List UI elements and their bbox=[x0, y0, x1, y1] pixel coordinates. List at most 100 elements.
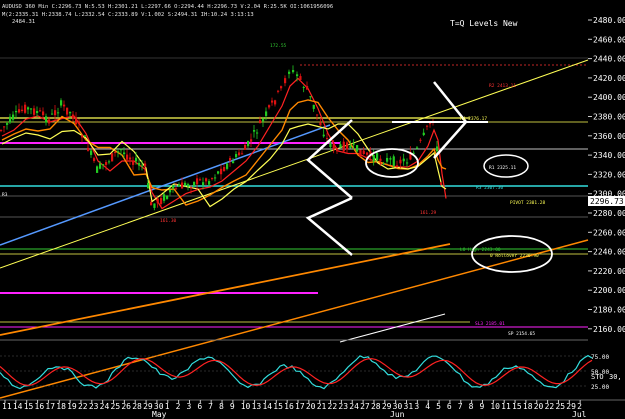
candle-body bbox=[247, 140, 250, 147]
candle-body bbox=[144, 163, 147, 167]
candle-body bbox=[105, 162, 108, 165]
price-tick-label: 2220.00 bbox=[593, 267, 625, 276]
candle-body bbox=[18, 109, 21, 113]
time-tick-label: 22 bbox=[78, 402, 88, 411]
candle-body bbox=[419, 139, 422, 141]
candle-body bbox=[336, 148, 339, 152]
candle-body bbox=[399, 159, 402, 164]
time-tick-label: 3 bbox=[186, 402, 191, 411]
candle-body bbox=[9, 116, 12, 123]
candle-body bbox=[229, 158, 232, 162]
candle-body bbox=[24, 104, 27, 113]
time-tick-label: 15 bbox=[512, 402, 522, 411]
candle-body bbox=[45, 116, 48, 123]
time-tick-label: 5 bbox=[436, 402, 441, 411]
study-title: T=Q Levels New bbox=[450, 19, 518, 28]
time-tick-label: 8 bbox=[219, 402, 224, 411]
candle-body bbox=[66, 107, 69, 115]
candle-body bbox=[235, 154, 238, 158]
candle-body bbox=[153, 203, 156, 208]
time-tick-label: 4 bbox=[425, 402, 430, 411]
candle-body bbox=[288, 71, 291, 74]
candle-body bbox=[238, 152, 241, 156]
time-tick-label: 15 bbox=[24, 402, 34, 411]
candle-body bbox=[416, 147, 419, 149]
candle-body bbox=[72, 114, 75, 119]
candle-body bbox=[349, 145, 352, 149]
candle-body bbox=[322, 134, 325, 137]
time-tick-label: 21 bbox=[317, 402, 327, 411]
lo-high-label: LO High 2243.00 bbox=[460, 247, 501, 253]
price-tick-label: 2240.00 bbox=[593, 248, 625, 257]
candle-body bbox=[426, 125, 429, 127]
candle-body bbox=[27, 107, 30, 110]
sto-label: STO bbox=[591, 373, 604, 381]
indicator-header: M(2:2335.31 H:2338.74 L:2332.54 C:2333.8… bbox=[2, 12, 254, 18]
candle-body bbox=[3, 126, 6, 128]
time-tick-label: 25 bbox=[111, 402, 121, 411]
price-tick-label: 2360.00 bbox=[593, 132, 625, 141]
candle-body bbox=[244, 145, 247, 150]
price-chart[interactable]: AUDUSD 360 Min C:2296.73 N:5.53 H:2301.2… bbox=[0, 0, 625, 419]
candle-body bbox=[120, 149, 123, 151]
time-tick-label: 28 bbox=[371, 402, 381, 411]
last-price-label: 2296.73 bbox=[590, 197, 624, 206]
candle-body bbox=[123, 152, 126, 155]
candle-body bbox=[389, 158, 392, 160]
candle-body bbox=[392, 156, 395, 166]
price-tick-label: 2460.00 bbox=[593, 35, 625, 44]
time-tick-label: 14 bbox=[262, 402, 272, 411]
r4-label: R4 2376.17 bbox=[460, 116, 487, 122]
candle-body bbox=[166, 195, 169, 199]
candle-body bbox=[141, 165, 144, 167]
r3-label: R3 2307.30 bbox=[476, 185, 503, 191]
candle-body bbox=[99, 163, 102, 169]
sto-value: 30, bbox=[609, 373, 622, 381]
candle-body bbox=[332, 143, 335, 150]
candle-body bbox=[253, 130, 256, 132]
candle-body bbox=[296, 74, 299, 77]
candle-body bbox=[160, 198, 163, 205]
candle-body bbox=[178, 184, 181, 187]
candle-body bbox=[268, 105, 271, 108]
month-may: May bbox=[152, 410, 167, 419]
candle-body bbox=[172, 185, 175, 189]
candle-body bbox=[193, 181, 196, 186]
candle-body bbox=[372, 155, 375, 162]
candle-body bbox=[211, 178, 214, 180]
candle-body bbox=[199, 179, 202, 181]
candle-body bbox=[284, 78, 287, 84]
candle-body bbox=[126, 154, 129, 160]
r1-label: R1 2325.11 bbox=[489, 165, 516, 171]
pivot-label: PIVOT 2301.28 bbox=[510, 200, 546, 206]
rollover-label: 0 Rollover 2236.90 bbox=[490, 253, 539, 259]
time-tick-label: 17 bbox=[295, 402, 305, 411]
time-tick-label: 24 bbox=[349, 402, 359, 411]
candle-body bbox=[135, 157, 138, 162]
price-tick-label: 2340.00 bbox=[593, 151, 625, 160]
time-tick-label: 11 bbox=[501, 402, 511, 411]
candle-body bbox=[163, 194, 166, 201]
time-axis[interactable]: 11 14 15 16 17 18 19 22 23 24 25 26 28 29 30 1 2 3 6 7 8 9 10 1… bbox=[2, 400, 582, 411]
time-tick-label: 9 bbox=[230, 402, 235, 411]
time-tick-label: 25 bbox=[555, 402, 565, 411]
time-tick-label: 14 bbox=[13, 402, 23, 411]
candle-body bbox=[274, 100, 277, 105]
time-tick-label: 13 bbox=[252, 402, 262, 411]
candle-body bbox=[277, 90, 280, 92]
candle-body bbox=[396, 165, 399, 167]
candle-body bbox=[352, 143, 355, 145]
time-tick-label: 11 bbox=[2, 402, 12, 411]
candle-body bbox=[111, 153, 114, 162]
time-tick-label: 16 bbox=[35, 402, 45, 411]
time-tick-label: 15 bbox=[273, 402, 283, 411]
time-tick-label: 6 bbox=[197, 402, 202, 411]
candle-body bbox=[196, 178, 199, 185]
candle-body bbox=[150, 202, 153, 206]
month-jul: Jul bbox=[572, 410, 587, 419]
candle-body bbox=[440, 182, 443, 185]
candle-body bbox=[81, 135, 84, 138]
candle-body bbox=[208, 181, 211, 185]
time-tick-label: 7 bbox=[208, 402, 213, 411]
sto-tick-75: 75.00 bbox=[591, 354, 609, 361]
